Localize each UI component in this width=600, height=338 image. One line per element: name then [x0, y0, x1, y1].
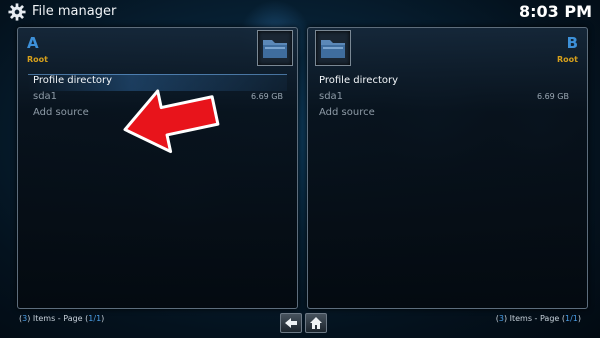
folder-icon	[321, 40, 345, 58]
page-title: File manager	[32, 4, 117, 19]
list-item-profile-directory[interactable]: Profile directory	[319, 73, 571, 88]
back-button[interactable]	[280, 313, 302, 333]
items-page-text: Items - Page	[507, 314, 562, 323]
items-page-text: Items - Page	[30, 314, 86, 323]
page-indicator: 1/1	[565, 314, 578, 323]
panel-a-folder-thumb	[257, 30, 293, 66]
home-button[interactable]	[305, 313, 327, 333]
page-indicator: 1/1	[88, 314, 102, 323]
panel-a: A Root Profile directory sda1 6.69 GB Ad…	[17, 27, 298, 309]
list-item-sda1[interactable]: sda1 6.69 GB	[319, 89, 569, 104]
clock: 8:03 PM	[518, 2, 592, 21]
footer-count-a: (3) Items - Page (1/1)	[19, 314, 105, 323]
list-item-add-source[interactable]: Add source	[319, 105, 571, 120]
list-item-label: Profile directory	[33, 75, 113, 86]
list-item-label: sda1	[33, 91, 58, 102]
back-arrow-icon	[285, 318, 297, 328]
item-count: 3	[22, 314, 28, 323]
list-item-label: Add source	[33, 107, 89, 118]
list-item-size: 6.69 GB	[536, 92, 569, 101]
panel-a-letter: A	[27, 34, 39, 52]
red-pointer-arrow	[123, 89, 220, 154]
list-item-label: Add source	[319, 107, 375, 118]
top-bar: File manager 8:03 PM	[0, 0, 600, 24]
list-item-label: sda1	[319, 91, 344, 102]
panel-a-path: Root	[27, 55, 48, 64]
panel-b-letter: B	[566, 34, 578, 52]
footer-count-b: (3) Items - Page (1/1)	[495, 314, 581, 323]
list-item-label: Profile directory	[319, 75, 399, 86]
panel-b-folder-thumb	[315, 30, 351, 66]
panel-b: B Root Profile directory sda1 6.69 GB Ad…	[307, 27, 588, 309]
gear-icon[interactable]	[8, 3, 26, 21]
list-item-size: 6.69 GB	[250, 92, 283, 101]
folder-icon	[263, 40, 287, 58]
item-count: 3	[498, 314, 504, 323]
panel-b-path: Root	[557, 55, 578, 64]
home-icon	[310, 317, 322, 329]
